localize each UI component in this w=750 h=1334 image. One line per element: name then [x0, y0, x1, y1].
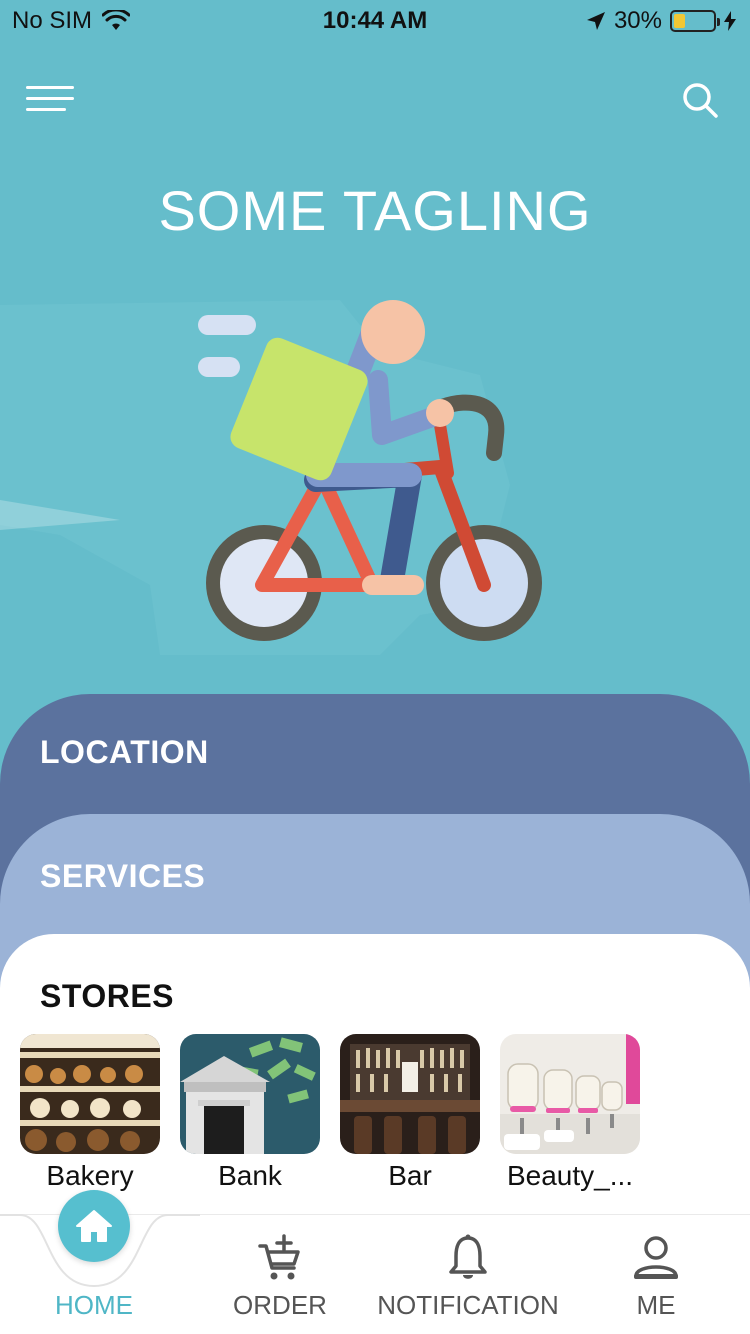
beauty-thumbnail: [500, 1034, 640, 1154]
battery-percent: 30%: [613, 7, 662, 34]
store-item-bakery[interactable]: Bakery: [20, 1034, 160, 1192]
charging-bolt-icon: [724, 11, 736, 31]
store-item-beauty[interactable]: Beauty_...: [500, 1034, 640, 1192]
tab-me-label: ME: [636, 1290, 676, 1320]
home-icon: [76, 1210, 112, 1242]
location-title: LOCATION: [40, 734, 209, 770]
tab-order-label: ORDER: [233, 1290, 327, 1320]
user-icon: [634, 1236, 678, 1279]
home-button[interactable]: [58, 1190, 130, 1262]
bar-thumbnail: [340, 1034, 480, 1154]
store-label: Bank: [218, 1160, 282, 1191]
store-label: Beauty_...: [506, 1160, 634, 1191]
location-arrow-icon: [586, 12, 605, 30]
stores-list: Bakery Bank Bar Beauty_...: [20, 1034, 640, 1192]
search-button[interactable]: [680, 80, 720, 120]
search-icon: [683, 83, 718, 118]
tab-notification[interactable]: NOTIFICATION: [368, 1215, 568, 1334]
tab-order[interactable]: ORDER: [210, 1215, 350, 1334]
status-bar: No SIM 10:44 AM 30%: [0, 0, 750, 40]
bell-icon: [449, 1234, 487, 1279]
bakery-thumbnail: [20, 1034, 160, 1154]
store-item-bank[interactable]: Bank: [180, 1034, 320, 1192]
bank-thumbnail: [180, 1034, 320, 1154]
hamburger-menu-icon: [26, 86, 74, 89]
tab-me[interactable]: ME: [596, 1215, 716, 1334]
cart-add-icon: [258, 1234, 300, 1280]
store-item-bar[interactable]: Bar: [340, 1034, 480, 1192]
stores-title: STORES: [40, 978, 174, 1014]
battery-icon: [670, 10, 720, 32]
services-title: SERVICES: [40, 858, 206, 894]
tagline: SOME TAGLING: [158, 179, 592, 242]
store-label: Bakery: [46, 1160, 134, 1191]
delivery-cyclist-illustration: [0, 300, 542, 655]
tab-notification-label: NOTIFICATION: [377, 1290, 559, 1320]
store-label: Bar: [388, 1160, 432, 1191]
menu-button[interactable]: [26, 84, 74, 114]
tab-home-label: HOME: [55, 1290, 133, 1320]
